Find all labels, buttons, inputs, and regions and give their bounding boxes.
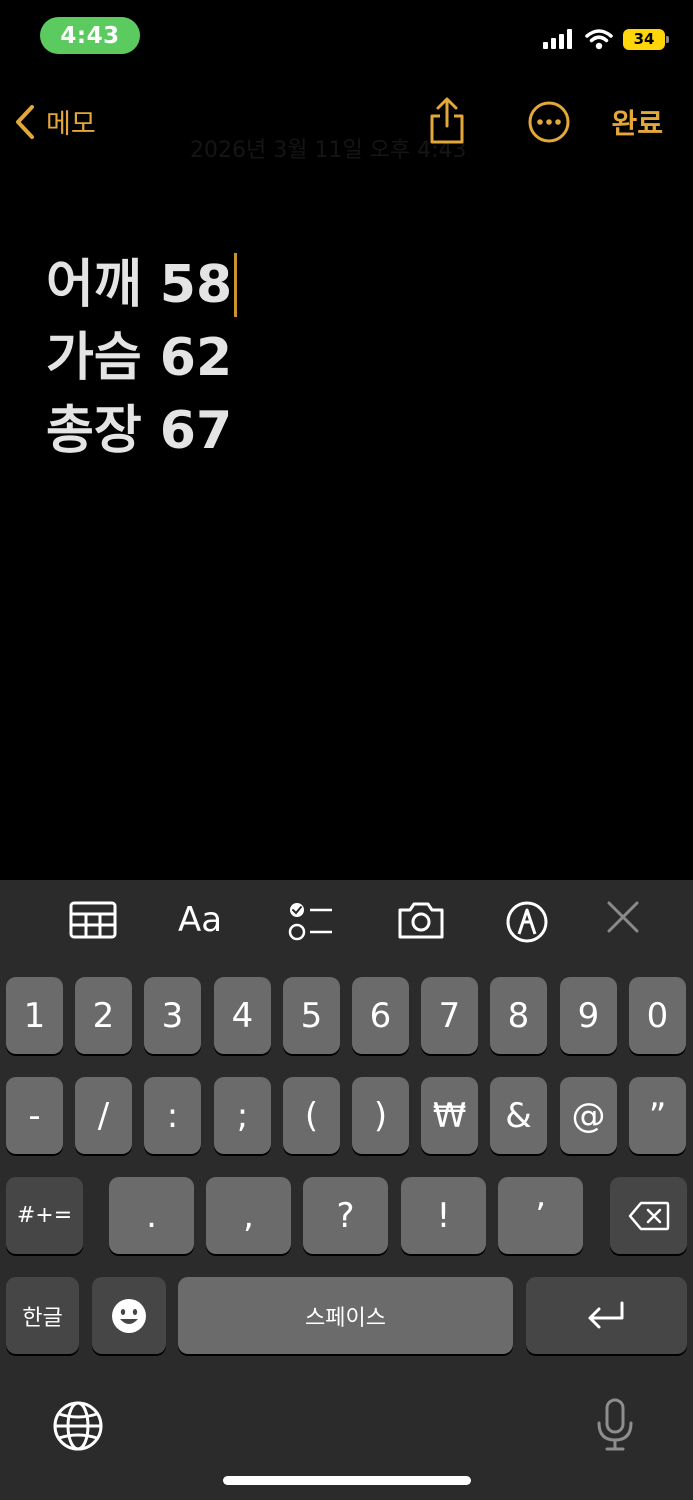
key-9[interactable]: 9 (560, 977, 617, 1054)
emoji-icon (112, 1298, 146, 1333)
key-1[interactable]: 1 (6, 977, 63, 1054)
note-line[interactable]: 어깨 58 (46, 248, 238, 321)
key-4[interactable]: 4 (214, 977, 271, 1054)
cellular-signal-icon (543, 29, 572, 49)
text-cursor (234, 252, 238, 317)
key-5[interactable]: 5 (283, 977, 340, 1054)
globe-icon[interactable] (52, 1400, 104, 1452)
key-slash[interactable]: / (75, 1077, 132, 1154)
battery-level: 34 (633, 30, 655, 48)
back-button[interactable]: 메모 (14, 102, 96, 141)
key-at[interactable]: @ (560, 1077, 617, 1154)
key-3[interactable]: 3 (144, 977, 201, 1054)
key-won[interactable]: ₩ (421, 1077, 478, 1154)
key-comma[interactable]: , (206, 1177, 291, 1254)
note-body[interactable]: 어깨 58 가슴 62 총장 67 (46, 248, 238, 467)
note-line-text: 총장 67 (46, 400, 233, 461)
battery-icon: 34 (623, 28, 669, 50)
note-line-text: 가슴 62 (46, 327, 233, 388)
checklist-icon[interactable] (288, 900, 334, 942)
done-button[interactable]: 완료 (611, 102, 663, 142)
wifi-icon (585, 29, 613, 50)
note-line[interactable]: 총장 67 (46, 394, 237, 467)
navigation-bar: 메모 2026년 3월 11일 오후 4:43 완료 (0, 90, 693, 163)
key-exclamation[interactable]: ! (401, 1177, 486, 1254)
key-colon[interactable]: : (144, 1077, 201, 1154)
key-ampersand[interactable]: & (490, 1077, 547, 1154)
home-indicator[interactable] (223, 1476, 471, 1485)
emoji-key[interactable] (92, 1277, 166, 1354)
table-icon[interactable] (69, 900, 117, 940)
share-icon[interactable] (427, 96, 467, 146)
key-symbols-mode[interactable]: #+= (6, 1177, 83, 1254)
back-label: 메모 (46, 109, 96, 140)
more-options-icon[interactable] (527, 100, 571, 144)
microphone-icon[interactable] (596, 1398, 634, 1452)
key-7[interactable]: 7 (421, 977, 478, 1054)
key-quote[interactable]: ” (629, 1077, 686, 1154)
key-close-paren[interactable]: ) (352, 1077, 409, 1154)
format-toolbar (0, 880, 693, 962)
return-key[interactable] (526, 1277, 687, 1354)
space-key[interactable]: 스페이스 (178, 1277, 513, 1354)
key-period[interactable]: . (109, 1177, 194, 1254)
key-2[interactable]: 2 (75, 977, 132, 1054)
status-time: 4:43 (40, 17, 140, 54)
language-key[interactable]: 한글 (6, 1277, 79, 1354)
key-question[interactable]: ? (303, 1177, 388, 1254)
key-semicolon[interactable]: ; (214, 1077, 271, 1154)
key-6[interactable]: 6 (352, 977, 409, 1054)
key-open-paren[interactable]: ( (283, 1077, 340, 1154)
chevron-left-icon (16, 104, 34, 139)
note-line-text: 어깨 58 (46, 254, 233, 315)
backspace-icon (628, 1201, 669, 1230)
return-icon (588, 1301, 623, 1328)
note-line[interactable]: 가슴 62 (46, 321, 237, 394)
markup-pen-icon[interactable] (505, 900, 549, 944)
key-apostrophe[interactable]: ’ (498, 1177, 583, 1254)
key-8[interactable]: 8 (490, 977, 547, 1054)
status-icons: 34 (543, 28, 669, 50)
note-date-title: 2026년 3월 11일 오후 4:43 (190, 138, 467, 163)
camera-icon[interactable] (396, 900, 446, 940)
close-icon[interactable] (606, 900, 640, 934)
text-style-button[interactable]: Aa (178, 900, 222, 940)
delete-key[interactable] (610, 1177, 687, 1254)
key-hyphen[interactable]: - (6, 1077, 63, 1154)
key-0[interactable]: 0 (629, 977, 686, 1054)
